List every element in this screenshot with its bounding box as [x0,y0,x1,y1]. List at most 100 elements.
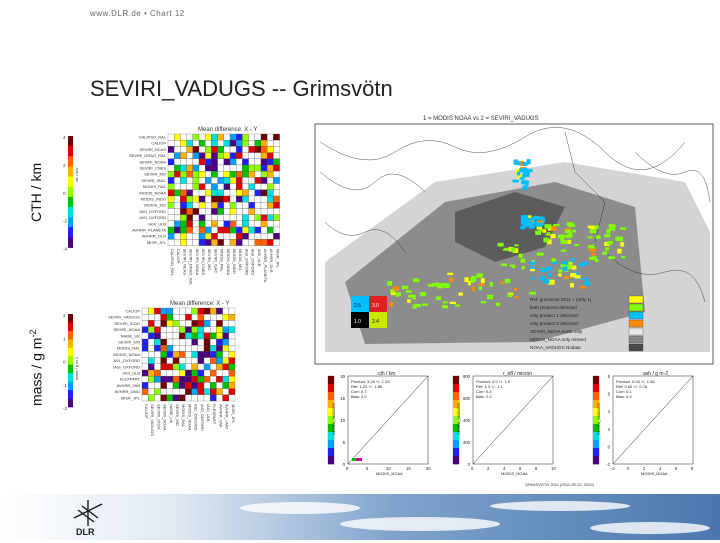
mt-cell [192,171,200,178]
scatter-xtick: 20 [426,466,431,471]
mb-row-label: SEVIRI_MO [118,340,140,345]
mb-cell [179,394,186,402]
scatter-xtick: 15 [406,466,411,471]
scatter-colorbar-swatch [593,376,599,385]
mb-cell [210,382,217,389]
mt-col-label: CALIOP [176,249,181,264]
map-detection-pixel [552,261,558,265]
mt-cell [248,202,255,209]
mt-cell [248,133,255,141]
mt-cell [167,239,175,246]
mb-row-label: ASL_DXFORD [113,358,140,363]
mt-cell [229,208,237,215]
mb-cell [160,394,167,402]
mt-row-label: IASI_DXFORD [139,215,166,220]
mt-cell [260,239,268,246]
mt-cell [174,202,181,209]
map-detection-pixel [487,294,494,300]
mt-cell [260,189,268,197]
mb-cell [154,363,161,371]
map-detection-pixel [389,302,394,307]
footer-earth-image [0,494,720,540]
mt-cell [198,164,206,172]
scatter-colorbar-swatch [453,376,459,385]
mt-cell [167,152,175,159]
mt-colorbar-swatch [68,166,73,177]
map-detection-pixel [560,240,568,244]
mb-cell [185,338,192,346]
mt-cell [211,164,218,172]
scatter-colorbar-swatch [328,376,334,385]
map-detection-pixel [521,265,525,270]
mt-cell [205,140,212,147]
mb-cell [203,376,211,383]
map-detection-pixel [608,256,615,260]
mt-cell [229,202,237,209]
mt-colorbar-tick: 2 [63,163,66,168]
scatter-xtick: 8 [691,466,694,471]
mb-cell [203,332,211,340]
mt-row-label: CALIPSO_RAL [139,135,167,140]
mt-cell [186,183,193,190]
mb-cell [185,345,192,352]
mt-row-label: SEVIRI_NCAS [140,147,167,152]
mt-cell [167,183,175,190]
mt-cell [273,202,280,209]
mb-cell [160,388,167,395]
mb-cell [166,357,174,364]
scatter-colorbar-swatch [453,392,459,401]
mt-cell [205,146,212,153]
header-separator: • [143,9,148,18]
mt-cell [260,214,268,221]
mt-cell [217,183,224,190]
mb-cell [203,345,211,352]
mt-cell [217,140,224,147]
mt-cell [174,195,181,203]
scatter-xtick: 5 [366,466,369,471]
mb-cell [203,382,211,389]
mb-cell [210,351,217,358]
mt-cell [223,158,231,166]
map-detection-pixel [520,225,526,230]
map-detection-pixel [567,239,572,244]
mt-cell [198,195,206,203]
mt-cell [260,220,268,228]
mt-cell [198,233,206,240]
matrix-top-panel: Mean difference: X - Y 4 2 0 -2 -4 ctc / km … [50,122,300,300]
mt-cell [205,183,212,190]
mb-cell [179,332,186,340]
mb-colorbar-swatch [68,381,73,391]
scatter-figure: GRIMSVOTN 2011 (2011-05-22, 2022) cth / … [327,371,694,487]
scatter-colorbar-swatch [593,448,599,457]
mt-cell [223,226,231,234]
mb-cell [216,382,223,389]
map-detection-pixel [578,263,585,267]
map-detection-pixel [595,235,601,240]
mt-cell [186,233,193,240]
mt-cell [223,133,231,141]
mb-cell [185,388,192,395]
map-detection-pixel [471,275,476,278]
mb-cell [148,338,155,346]
mt-cell [205,233,212,240]
mb-cell [216,394,223,402]
map-detection-pixel [510,247,516,252]
map-detection-pixel [526,218,531,223]
mb-cell [228,376,236,383]
mb-colorbar-swatch [68,356,73,366]
mt-cell [254,158,262,166]
mb-cell [148,369,155,377]
mt-cell [242,233,249,240]
mt-row-label: MODIS_RAL [143,184,167,189]
mb-cell [216,338,223,346]
mt-cell [273,164,280,172]
mb-cell [228,320,236,327]
mb-cell [222,357,229,364]
scatter-ytick: 8 [608,374,611,379]
mt-cell [217,239,224,246]
mass-axis-label-text: mass / g m [28,337,45,406]
mb-cell [185,307,192,315]
mt-cell [273,146,280,153]
mt-cell [229,195,237,203]
mt-colorbar-swatch [68,217,73,228]
